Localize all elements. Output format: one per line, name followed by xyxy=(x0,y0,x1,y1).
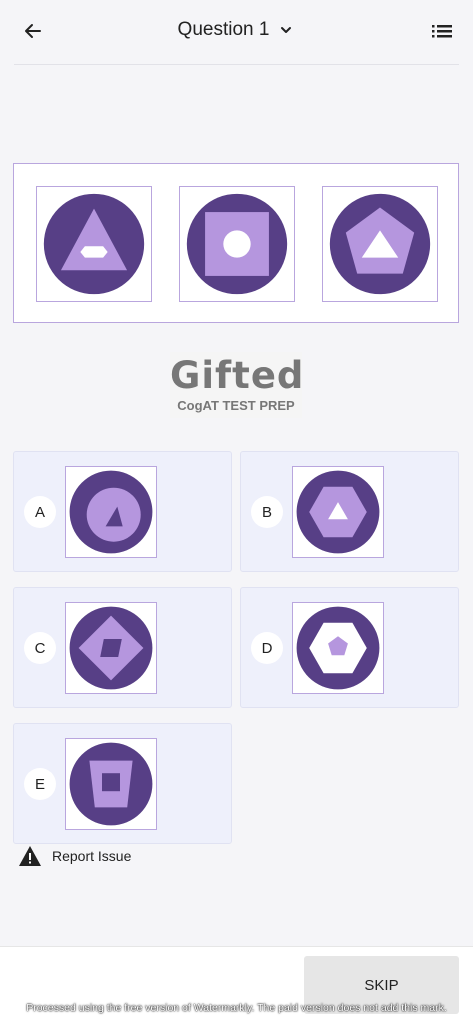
warning-icon xyxy=(19,846,41,866)
report-issue-link[interactable]: Report Issue xyxy=(18,845,131,867)
page-title: Question 1 xyxy=(177,19,270,40)
list-icon xyxy=(432,25,452,38)
chevron-down-icon[interactable] xyxy=(279,22,295,38)
header-divider xyxy=(14,64,459,65)
option-label: D xyxy=(251,632,283,664)
report-issue-label: Report Issue xyxy=(52,848,132,864)
watermark-text: Processed using the free version of Wate… xyxy=(26,1002,447,1014)
question-list-button[interactable] xyxy=(431,20,453,42)
option-d[interactable]: D xyxy=(240,587,459,708)
option-b-figure xyxy=(292,466,384,558)
option-e[interactable]: E xyxy=(13,723,232,844)
option-a-figure xyxy=(65,466,157,558)
question-figure-2 xyxy=(179,186,295,302)
option-a[interactable]: A xyxy=(13,451,232,572)
option-c-figure xyxy=(65,602,157,694)
question-selector[interactable]: Question 1 xyxy=(0,19,473,41)
question-figure-panel xyxy=(13,163,459,323)
option-d-figure xyxy=(292,602,384,694)
logo-subtitle: CogAT TEST PREP xyxy=(177,398,295,413)
option-label: B xyxy=(251,496,283,528)
option-c[interactable]: C xyxy=(13,587,232,708)
option-e-figure xyxy=(65,738,157,830)
top-bar: Question 1 xyxy=(0,0,473,64)
option-b[interactable]: B xyxy=(240,451,459,572)
option-label: C xyxy=(24,632,56,664)
option-label: A xyxy=(24,496,56,528)
question-figure-1 xyxy=(36,186,152,302)
option-label: E xyxy=(24,768,56,800)
gifted-logo: Gifted CogAT TEST PREP xyxy=(170,352,305,418)
logo-title: Gifted xyxy=(170,354,305,397)
question-figure-3 xyxy=(322,186,438,302)
